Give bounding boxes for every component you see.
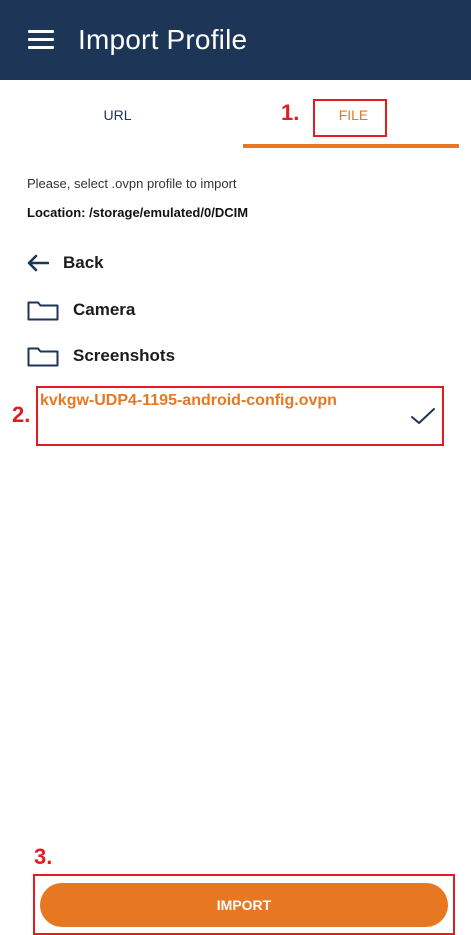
annotation-number-1: 1.	[281, 100, 300, 125]
back-label: Back	[63, 253, 104, 272]
menu-icon[interactable]	[28, 30, 54, 50]
tab-bar: URL FILE	[0, 80, 471, 150]
back-button[interactable]: Back	[27, 249, 104, 277]
folder-icon	[27, 347, 59, 367]
folder-item-camera[interactable]: Camera	[27, 296, 135, 324]
folder-icon	[27, 301, 59, 321]
annotation-number-2: 2.	[12, 402, 31, 427]
tab-url[interactable]: URL	[0, 80, 235, 150]
folder-label: Camera	[73, 300, 136, 319]
app-bar: Import Profile	[0, 0, 471, 80]
annotation-box-1	[313, 99, 387, 137]
folder-item-screenshots[interactable]: Screenshots	[27, 342, 175, 370]
instruction-text: Please, select .ovpn profile to import	[27, 176, 237, 191]
arrow-left-icon	[27, 254, 49, 272]
tab-file-indicator	[243, 144, 459, 148]
annotation-box-2	[36, 386, 444, 446]
annotation-number-3: 3.	[34, 844, 53, 869]
location-path: Location: /storage/emulated/0/DCIM	[27, 205, 249, 220]
annotation-box-3	[33, 874, 455, 935]
folder-label: Screenshots	[73, 346, 176, 365]
page-title: Import Profile	[78, 24, 248, 55]
